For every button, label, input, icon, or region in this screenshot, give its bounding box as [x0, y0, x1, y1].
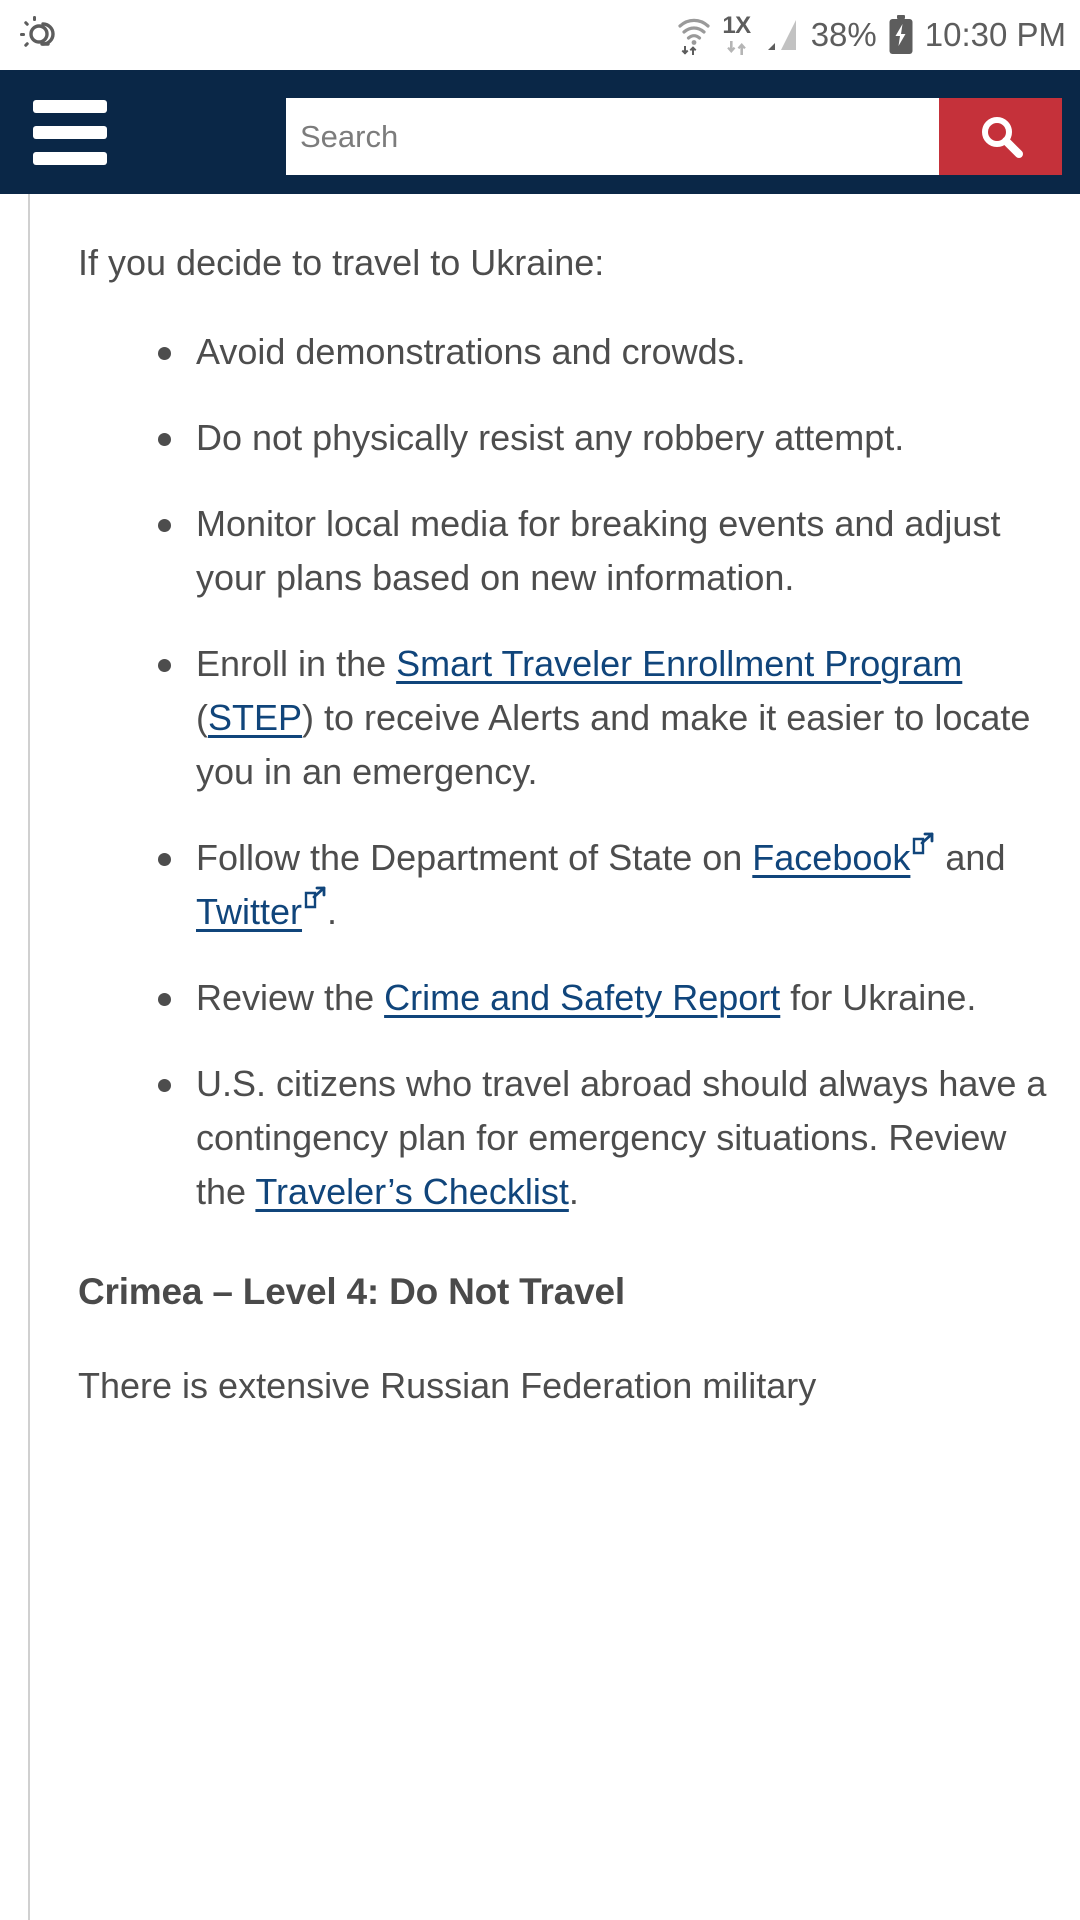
advisory-text: ) to receive Alerts and make it easier t…	[196, 696, 1031, 792]
cellular-signal-icon	[762, 14, 800, 56]
search-input[interactable]	[286, 98, 939, 175]
advisory-bullet-item: Avoid demonstrations and crowds.	[158, 325, 1058, 379]
travel-advisory-article: If you decide to travel to Ukraine: Avoi…	[0, 194, 1080, 1413]
search-submit-button[interactable]	[939, 98, 1062, 175]
hamburger-bar-2	[33, 125, 107, 139]
advisory-text: Avoid demonstrations and crowds.	[196, 330, 746, 372]
advisory-bullet-item: Enroll in the Smart Traveler Enrollment …	[158, 637, 1058, 799]
advisory-text: .	[327, 890, 338, 932]
advisory-link[interactable]: Facebook	[752, 837, 910, 878]
wifi-icon	[677, 14, 711, 56]
advisory-text: (	[196, 696, 208, 738]
network-type-indicator: 1X	[722, 12, 751, 56]
status-bar-clock: 10:30 PM	[924, 16, 1066, 53]
advisory-text: Follow the Department of State on	[196, 836, 753, 878]
site-header	[0, 70, 1080, 194]
advisory-bullet-item: Do not physically resist any robbery att…	[158, 411, 1058, 465]
advisory-bullet-item: U.S. citizens who travel abroad should a…	[158, 1057, 1058, 1219]
advisory-text: .	[568, 1170, 579, 1212]
status-bar-left	[18, 13, 62, 57]
external-link-icon	[303, 886, 327, 910]
content-left-rule	[28, 194, 30, 1920]
hamburger-bar-3	[33, 151, 107, 165]
advisory-text: Do not physically resist any robbery att…	[196, 416, 905, 458]
battery-percent-label: 38%	[810, 16, 877, 53]
page-content: If you decide to travel to Ukraine: Avoi…	[0, 194, 1080, 1920]
advisory-text: and	[935, 836, 1006, 878]
advisory-link[interactable]: Traveler’s Checklist	[255, 1171, 568, 1212]
hamburger-bar-1	[33, 99, 107, 113]
battery-charging-icon	[888, 15, 914, 55]
status-bar-right: 1X 38% 10:30 PM	[677, 14, 1066, 56]
section-body-paragraph: There is extensive Russian Federation mi…	[78, 1364, 817, 1406]
advisory-bullet-item: Monitor local media for breaking events …	[158, 497, 1058, 605]
advisory-link[interactable]: Twitter	[196, 891, 302, 932]
advisory-bullet-item: Review the Crime and Safety Report for U…	[158, 971, 1058, 1025]
advisory-link[interactable]: STEP	[208, 697, 302, 738]
advisory-text: for Ukraine.	[780, 976, 977, 1018]
data-transfer-icon	[726, 41, 746, 55]
search-icon	[981, 116, 1023, 158]
external-link-icon	[911, 832, 935, 856]
advisory-bullet-item: Follow the Department of State on Facebo…	[158, 831, 1058, 939]
advisory-bullet-list: Avoid demonstrations and crowds. Do not p…	[78, 325, 1058, 1219]
status-bar: 1X 38% 10:30 PM	[0, 0, 1080, 70]
advisory-text: Review the	[196, 976, 385, 1018]
advisory-link[interactable]: Smart Traveler Enrollment Program	[396, 643, 962, 684]
advisory-text: Monitor local media for breaking events …	[196, 502, 1001, 598]
search-bar	[286, 98, 1062, 175]
advisory-link[interactable]: Crime and Safety Report	[384, 977, 780, 1018]
weather-sun-cloud-icon	[18, 13, 62, 57]
section-heading-crimea: Crimea – Level 4: Do Not Travel	[78, 1270, 625, 1312]
phone-screen: 1X 38% 10:30 PM Search If you decide to …	[0, 0, 1080, 1920]
network-type-label: 1X	[722, 12, 751, 39]
advisory-text: Enroll in the	[196, 642, 397, 684]
intro-paragraph: If you decide to travel to Ukraine:	[78, 242, 605, 283]
hamburger-menu-icon[interactable]	[10, 70, 130, 194]
